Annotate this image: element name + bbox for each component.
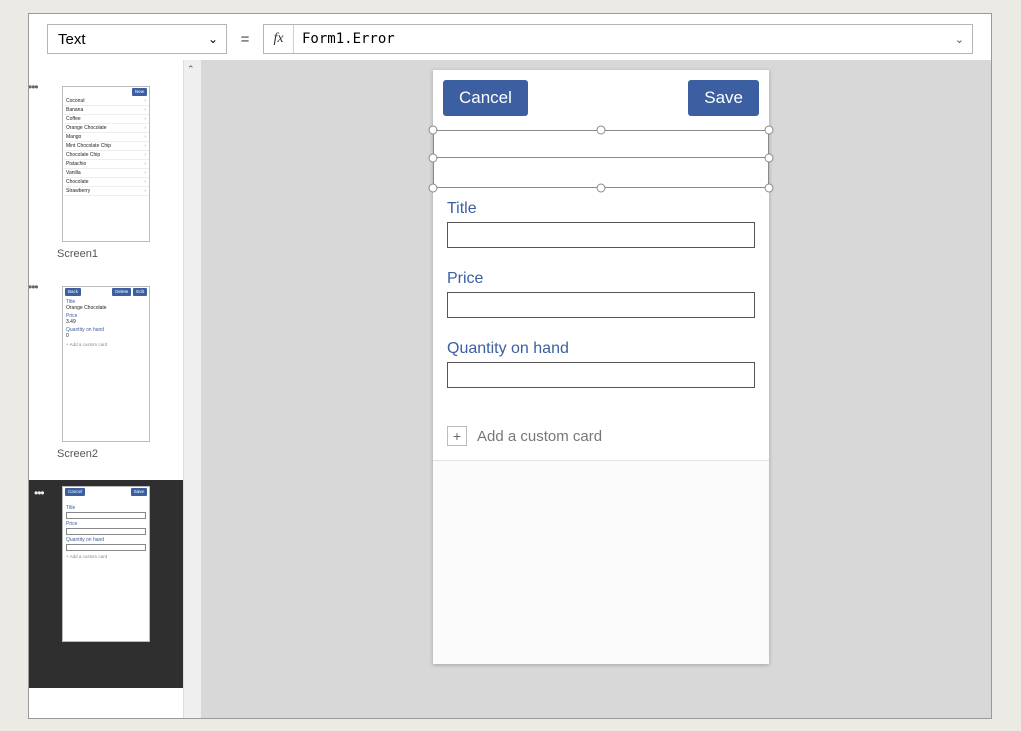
field-label-title: Title: [447, 200, 755, 218]
formula-bar: Text ⌄ = fx Form1.Error ⌄: [47, 24, 973, 54]
title-input: [66, 512, 146, 519]
edit-button: Edit: [133, 288, 147, 296]
property-selector[interactable]: Text ⌄: [47, 24, 227, 54]
add-card-hint: + Add a custom card: [66, 342, 146, 347]
resize-handle[interactable]: [429, 184, 438, 193]
qty-input: [66, 544, 146, 551]
resize-handle[interactable]: [765, 126, 774, 135]
list-item: Chocolate›: [63, 178, 149, 187]
price-input: [66, 528, 146, 535]
cancel-button: Cancel: [65, 488, 85, 496]
resize-handle[interactable]: [429, 126, 438, 135]
resize-handle[interactable]: [597, 126, 606, 135]
app-studio-frame: Text ⌄ = fx Form1.Error ⌄ ••• New Coconu…: [28, 13, 992, 719]
fx-icon: fx: [264, 25, 294, 53]
add-card-hint: + Add a custom card: [66, 554, 146, 559]
field-label: Title: [66, 505, 146, 511]
list-item: Chocolate Chip›: [63, 151, 149, 160]
list-item: Mango›: [63, 133, 149, 142]
formula-expression: Form1.Error: [294, 31, 972, 47]
field-value: 3.49: [66, 319, 146, 325]
resize-handle[interactable]: [765, 153, 774, 162]
add-card-label: Add a custom card: [477, 428, 602, 445]
scroll-up-icon: ⌃: [187, 64, 195, 75]
list-item: Coffee›: [63, 115, 149, 124]
new-button: New: [132, 88, 147, 96]
form-lower-area: [433, 460, 769, 664]
field-label-qty: Quantity on hand: [447, 340, 755, 358]
list-item: Mint Chocolate Chip›: [63, 142, 149, 151]
cancel-button[interactable]: Cancel: [443, 80, 528, 116]
list-item: Vanilla›: [63, 169, 149, 178]
canvas[interactable]: Cancel Save Title: [201, 60, 991, 718]
field-value: Orange Chocolate: [66, 305, 146, 311]
formula-input[interactable]: fx Form1.Error ⌄: [263, 24, 973, 54]
app-header: Cancel Save: [433, 70, 769, 122]
app-preview: Cancel Save Title: [433, 70, 769, 664]
more-icon[interactable]: •••: [29, 280, 38, 294]
selected-control-error-label[interactable]: [433, 130, 769, 188]
list-item: Pistachio›: [63, 160, 149, 169]
screen-label: Screen2: [57, 448, 177, 460]
chevron-down-icon: ⌄: [208, 32, 218, 46]
more-icon[interactable]: •••: [29, 80, 38, 94]
edit-form: Title Price Quantity on hand + Add a cus…: [447, 196, 755, 446]
list-item: Orange Chocolate›: [63, 124, 149, 133]
field-label: Quantity on hand: [66, 537, 146, 543]
screen-thumbnail-3[interactable]: Cancel Save Title Price Quantity on hand…: [62, 486, 150, 642]
thumbnails-scrollbar[interactable]: ⌃: [183, 60, 201, 718]
price-input[interactable]: [447, 292, 755, 318]
title-input[interactable]: [447, 222, 755, 248]
screen-thumbnail-2[interactable]: Back Delete Edit Title Orange Chocolate …: [62, 286, 150, 442]
field-label-price: Price: [447, 270, 755, 288]
add-custom-card[interactable]: + Add a custom card: [447, 426, 755, 446]
field-label: Price: [66, 521, 146, 527]
list-item: Banana›: [63, 106, 149, 115]
screens-panel: ••• New Coconut›Banana›Coffee›Orange Cho…: [29, 60, 183, 718]
screen-label: Screen1: [57, 248, 177, 260]
qty-input[interactable]: [447, 362, 755, 388]
back-button: Back: [65, 288, 81, 296]
property-selector-value: Text: [58, 31, 86, 48]
list-item: Coconut›: [63, 97, 149, 106]
resize-handle[interactable]: [765, 184, 774, 193]
screen-thumbnail-1[interactable]: New Coconut›Banana›Coffee›Orange Chocola…: [62, 86, 150, 242]
save-button: Save: [131, 488, 147, 496]
more-icon[interactable]: •••: [34, 486, 44, 500]
save-button[interactable]: Save: [688, 80, 759, 116]
delete-button: Delete: [112, 288, 131, 296]
resize-handle[interactable]: [429, 153, 438, 162]
field-value: 0: [66, 333, 146, 339]
list-item: Strawberry›: [63, 187, 149, 196]
chevron-down-icon[interactable]: ⌄: [955, 33, 964, 46]
resize-handle[interactable]: [597, 184, 606, 193]
plus-icon: +: [447, 426, 467, 446]
workspace: ••• New Coconut›Banana›Coffee›Orange Cho…: [29, 60, 991, 718]
equals-sign: =: [233, 24, 257, 54]
